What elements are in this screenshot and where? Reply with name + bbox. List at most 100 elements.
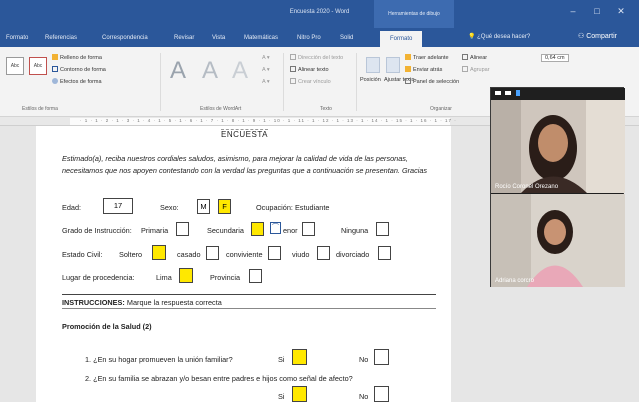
secundaria-box xyxy=(251,222,264,236)
group-label: Agrupar xyxy=(470,67,490,73)
q1-si-label: Si xyxy=(278,355,285,364)
occupation-label: Ocupación: Estudiante xyxy=(256,203,330,212)
primaria-box xyxy=(176,222,189,236)
window-icon[interactable] xyxy=(505,91,511,95)
send-backward-button[interactable]: Enviar atrás xyxy=(405,66,442,73)
menor-box xyxy=(302,222,315,236)
wordart-style-a2[interactable]: A xyxy=(202,57,218,85)
selection-pane-label: Panel de selección xyxy=(413,79,460,85)
q2-no-box xyxy=(374,386,389,402)
primaria-label: Primaria xyxy=(141,226,169,235)
layout-icon[interactable] xyxy=(516,90,520,96)
send-backward-icon xyxy=(405,66,411,72)
instructions-title: INSTRUCCIONES: xyxy=(62,298,125,307)
ribbon-divider xyxy=(283,53,284,111)
pencil-icon xyxy=(52,66,58,72)
shape-style-1[interactable]: Abc xyxy=(6,57,24,75)
q2-no-label: No xyxy=(359,392,369,401)
group-button[interactable]: Agrupar xyxy=(462,66,490,73)
sex-label: Sexo: xyxy=(160,203,179,212)
participant-tile-1[interactable]: Rocío Coronel Orezano xyxy=(491,100,625,193)
tab-nitro-pro[interactable]: Nitro Pro xyxy=(297,32,321,45)
text-direction-label: Dirección del texto xyxy=(298,55,344,61)
participant-name-2: Adriana corcro xyxy=(495,278,535,284)
ninguna-label: Ninguna xyxy=(341,226,369,235)
tab-vista[interactable]: Vista xyxy=(212,32,225,45)
create-link-button[interactable]: Crear vínculo xyxy=(290,78,331,85)
align-label: Alinear xyxy=(470,55,488,61)
create-link-label: Crear vínculo xyxy=(298,79,331,85)
shape-fill-button[interactable]: Relleno de forma xyxy=(52,54,102,61)
wrap-text-icon[interactable] xyxy=(386,57,400,73)
ribbon-divider xyxy=(356,53,357,111)
position-icon[interactable] xyxy=(366,57,380,73)
intro-paragraph: Estimado(a), reciba nuestros cordiales s… xyxy=(62,154,428,175)
maximize-icon[interactable]: □ xyxy=(590,4,604,18)
tab-revisar[interactable]: Revisar xyxy=(174,32,194,45)
document-page[interactable]: ENCUESTA Estimado(a), reciba nuestros co… xyxy=(36,126,451,402)
share-label: Compartir xyxy=(586,33,617,40)
tab-correspondencia[interactable]: Correspondencia xyxy=(102,32,148,45)
text-direction-button[interactable]: Dirección del texto xyxy=(290,54,343,61)
shape-outline-button[interactable]: Contorno de forma xyxy=(52,66,106,73)
wordart-style-a3[interactable]: A xyxy=(232,57,248,85)
align-text-icon xyxy=(290,66,296,72)
text-outline-button[interactable]: A ▾ xyxy=(262,67,270,73)
window-title: Encuesta 2020 - Word xyxy=(289,9,350,15)
participant-video-1 xyxy=(491,100,625,193)
bring-forward-label: Traer adelante xyxy=(413,55,449,61)
education-label: Grado de Instrucción: xyxy=(62,226,132,235)
ninguna-box xyxy=(376,222,389,236)
ribbon-tabs: Formato Referencias Correspondencia Revi… xyxy=(0,28,639,47)
shape-effects-button[interactable]: Efectos de forma xyxy=(52,78,102,85)
q1-no-label: No xyxy=(359,355,369,364)
minimize-icon[interactable]: – xyxy=(566,4,580,18)
lightbulb-icon: 💡 xyxy=(468,34,478,40)
tab-formato-active[interactable]: Formato xyxy=(380,31,423,47)
title-bar: Encuesta 2020 - Word Herramientas de dib… xyxy=(0,0,639,28)
video-call-toolbar xyxy=(491,88,625,100)
participant-video-2 xyxy=(491,194,625,287)
participant-name-1: Rocío Coronel Orezano xyxy=(495,184,559,190)
position-label[interactable]: Posición xyxy=(360,77,381,83)
wordart-style-a1[interactable]: A xyxy=(170,57,186,85)
align-text-button[interactable]: Alinear texto xyxy=(290,66,329,73)
tab-referencias[interactable]: Referencias xyxy=(45,32,77,45)
tell-me-search[interactable]: 💡 ¿Qué desea hacer? xyxy=(468,33,530,40)
tab-matematicas[interactable]: Matemáticas xyxy=(244,32,278,45)
selection-pane-button[interactable]: Panel de selección xyxy=(405,78,459,85)
bring-forward-button[interactable]: Traer adelante xyxy=(405,54,449,61)
text-fill-button[interactable]: A ▾ xyxy=(262,55,270,61)
effects-icon xyxy=(52,78,58,84)
shape-style-2[interactable]: Abc xyxy=(29,57,47,75)
tab-formato-left[interactable]: Formato xyxy=(6,32,28,45)
q2-si-label: Si xyxy=(278,392,285,401)
link-icon xyxy=(290,78,296,84)
text-direction-icon xyxy=(290,54,296,60)
question-1: 1. ¿En su hogar promueven la unión famil… xyxy=(85,355,233,364)
soltero-box xyxy=(152,245,166,260)
close-icon[interactable]: ✕ xyxy=(614,4,628,18)
align-text-label: Alinear texto xyxy=(298,67,329,73)
provincia-label: Provincia xyxy=(210,273,241,282)
section-divider xyxy=(62,294,436,295)
tab-solid[interactable]: Solid xyxy=(340,32,353,45)
contextual-tools-label: Herramientas de dibujo xyxy=(374,0,454,28)
shape-height-input[interactable]: 0,64 cm xyxy=(541,54,569,62)
video-call-panel[interactable]: Rocío Coronel Orezano Adriana corcro xyxy=(490,87,625,287)
text-effects-button[interactable]: A ▾ xyxy=(262,79,270,85)
casado-box xyxy=(206,246,219,260)
share-button[interactable]: ⚇ Compartir xyxy=(578,32,617,40)
text-wrap-handle-icon[interactable]: ⌒ xyxy=(270,222,281,234)
bring-forward-icon xyxy=(405,54,411,60)
lima-label: Lima xyxy=(156,273,172,282)
paint-bucket-icon xyxy=(52,54,58,60)
question-2: 2. ¿En su familia se abrazan y/o besan e… xyxy=(85,374,353,383)
viudo-label: viudo xyxy=(292,250,310,259)
align-button[interactable]: Alinear xyxy=(462,54,487,61)
minimize-icon[interactable] xyxy=(495,91,501,95)
participant-tile-2[interactable]: Adriana corcro xyxy=(491,194,625,287)
shape-outline-label: Contorno de forma xyxy=(60,67,106,73)
soltero-label: Soltero xyxy=(119,250,143,259)
viudo-box xyxy=(317,246,330,260)
